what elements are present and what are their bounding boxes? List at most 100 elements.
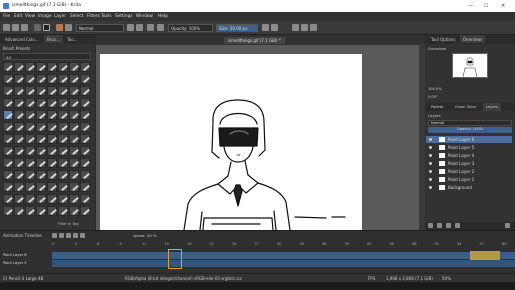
size-slider[interactable]: Size: 20.00 px — [216, 24, 258, 32]
brush-preset-tile[interactable] — [69, 146, 79, 156]
brush-preset-tile[interactable] — [25, 182, 35, 192]
menu-image[interactable]: Image — [38, 14, 51, 19]
brush-preset-tile[interactable] — [36, 158, 46, 168]
brush-preset-tile[interactable] — [80, 74, 90, 84]
brush-preset-tile[interactable] — [25, 86, 35, 96]
brush-preset-tile[interactable] — [3, 206, 13, 216]
last-frame-icon[interactable] — [80, 233, 85, 238]
brush-preset-tile[interactable] — [47, 194, 57, 204]
layer-row[interactable]: Paint Layer 5 — [426, 144, 512, 151]
brush-preset-tile[interactable] — [36, 146, 46, 156]
brush-preset-tile[interactable] — [69, 194, 79, 204]
brush-preset-tile[interactable] — [58, 122, 68, 132]
brush-preset-tile[interactable] — [14, 86, 24, 96]
blend-mode-select[interactable]: Normal — [76, 24, 124, 32]
brush-preset-tile[interactable] — [69, 98, 79, 108]
eye-icon[interactable] — [429, 178, 432, 181]
brush-preset-tile[interactable] — [25, 158, 35, 168]
brush-preset-tile[interactable] — [36, 98, 46, 108]
tab-brush-presets[interactable]: Brus... — [44, 35, 63, 43]
eye-icon[interactable] — [429, 154, 432, 157]
overview-zoom[interactable]: 100.0% — [428, 87, 442, 91]
next-frame-icon[interactable] — [73, 233, 78, 238]
brush-preset-tile[interactable] — [58, 110, 68, 120]
brush-preset-tile[interactable] — [25, 146, 35, 156]
document-tab[interactable]: ismellthings.gif (7.1 GiB) * — [224, 37, 285, 44]
layer-blend-mode[interactable]: Normal — [428, 120, 512, 126]
brush-preset-tile[interactable] — [36, 122, 46, 132]
menu-window[interactable]: Window — [136, 14, 153, 19]
play-icon[interactable] — [66, 233, 71, 238]
brush-preset-tile[interactable] — [14, 62, 24, 72]
redo-icon[interactable] — [310, 24, 317, 31]
brush-preset-tile[interactable] — [14, 74, 24, 84]
add-layer-icon[interactable] — [428, 223, 433, 228]
brush-preset-tile[interactable] — [36, 86, 46, 96]
brush-preset-tile[interactable] — [36, 170, 46, 180]
save-icon[interactable] — [21, 24, 28, 31]
brush-preset-tile[interactable] — [36, 62, 46, 72]
brush-preset-tile[interactable] — [69, 122, 79, 132]
menu-view[interactable]: View — [25, 14, 35, 19]
brush-preset-tile[interactable] — [3, 110, 13, 120]
track-frames[interactable] — [52, 252, 515, 259]
menu-help[interactable]: Help — [158, 14, 168, 19]
brush-preset-tile[interactable] — [69, 206, 79, 216]
brush-preset-tile[interactable] — [69, 110, 79, 120]
first-frame-icon[interactable] — [52, 233, 57, 238]
brush-preset-tile[interactable] — [25, 98, 35, 108]
brush-preset-tile[interactable] — [80, 146, 90, 156]
layer-row[interactable]: Paint Layer 3 — [426, 160, 512, 167]
tab-palette[interactable]: Palette — [428, 103, 446, 111]
tab-tool-options[interactable]: Too... — [64, 35, 80, 43]
brush-preset-tile[interactable] — [14, 98, 24, 108]
brush-preset-tile[interactable] — [47, 206, 57, 216]
opacity-slider[interactable]: Opacity: 100% — [168, 24, 213, 32]
brush-preset-tile[interactable] — [25, 194, 35, 204]
track-frames[interactable] — [52, 260, 515, 267]
brush-preset-tile[interactable] — [14, 122, 24, 132]
layer-row[interactable]: Paint Layer 1 — [426, 176, 512, 183]
previous-frame-icon[interactable] — [59, 233, 64, 238]
brush-preset-tile[interactable] — [58, 146, 68, 156]
brush-preset-tile[interactable] — [47, 74, 57, 84]
brush-preset-tile[interactable] — [80, 86, 90, 96]
tab-tool-options-right[interactable]: Tool Options — [428, 35, 458, 43]
gradient-icon[interactable] — [34, 24, 41, 31]
brush-preset-tile[interactable] — [25, 62, 35, 72]
brush-preset-tile[interactable] — [3, 86, 13, 96]
brush-preset-tile[interactable] — [80, 170, 90, 180]
tab-layers[interactable]: Layers — [483, 103, 501, 111]
move-layer-up-icon[interactable] — [446, 223, 451, 228]
wrap-around-icon[interactable] — [292, 24, 299, 31]
brush-preset-tile[interactable] — [80, 194, 90, 204]
brush-preset-tile[interactable] — [80, 122, 90, 132]
brush-preset-tile[interactable] — [58, 74, 68, 84]
foreground-color-swatch[interactable] — [43, 24, 50, 31]
brush-preset-tile[interactable] — [58, 134, 68, 144]
brush-preset-tile[interactable] — [14, 134, 24, 144]
tab-advanced-color[interactable]: Advanced Colo... — [2, 35, 42, 43]
eye-icon[interactable] — [429, 162, 432, 165]
menu-file[interactable]: File — [3, 14, 10, 19]
selected-frames[interactable] — [470, 251, 500, 260]
brush-preset-tile[interactable] — [47, 62, 57, 72]
brush-preset-tile[interactable] — [47, 122, 57, 132]
brush-preset-tile[interactable] — [3, 74, 13, 84]
menu-filters[interactable]: Filters — [87, 14, 100, 19]
undo-icon[interactable] — [301, 24, 308, 31]
brush-preset-tile[interactable] — [3, 98, 13, 108]
brush-preset-tile[interactable] — [69, 86, 79, 96]
pattern-icon[interactable] — [65, 24, 72, 31]
brush-preset-tile[interactable] — [58, 98, 68, 108]
brush-preset-tile[interactable] — [80, 134, 90, 144]
menu-layer[interactable]: Layer — [54, 14, 66, 19]
layer-opacity-slider[interactable]: Opacity: 100% — [428, 127, 512, 133]
menu-edit[interactable]: Edit — [14, 14, 22, 19]
delete-layer-icon[interactable] — [505, 223, 510, 228]
brush-preset-tile[interactable] — [69, 182, 79, 192]
drawing-canvas[interactable] — [100, 54, 362, 231]
brush-preset-tile[interactable] — [69, 134, 79, 144]
brush-preset-tile[interactable] — [69, 74, 79, 84]
eye-icon[interactable] — [429, 138, 432, 141]
